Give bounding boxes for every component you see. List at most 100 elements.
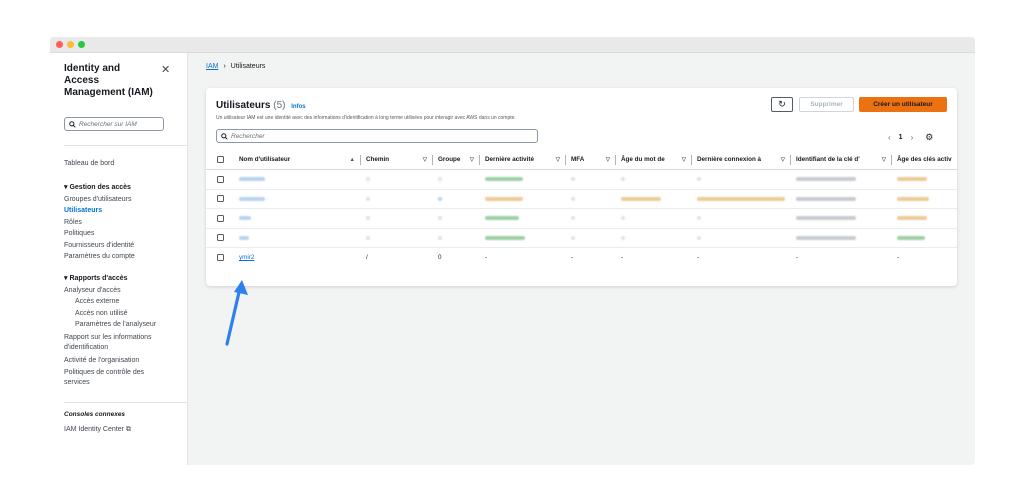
cell-last-login-redacted [692, 229, 791, 248]
column-label: MFA [571, 156, 585, 163]
column-header-username[interactable]: Nom d'utilisateur ▲ [234, 150, 361, 169]
sidebar-item-policies[interactable]: Politiques [64, 228, 187, 240]
redacted-text [897, 235, 925, 240]
row-checkbox[interactable] [217, 234, 224, 242]
redacted-text [239, 196, 265, 201]
minimize-window-dot[interactable] [67, 41, 74, 48]
table-search-placeholder: Rechercher [231, 132, 265, 140]
breadcrumb-iam-link[interactable]: IAM [206, 63, 218, 70]
redacted-text [697, 235, 701, 240]
panel-title: Utilisateurs (5) Infos [216, 100, 306, 111]
sidebar-item-org-activity[interactable]: Activité de l'organisation [64, 355, 187, 367]
cell-password-age-redacted [616, 170, 692, 189]
sidebar-section-access-management[interactable]: ▾ Gestion des accès [64, 182, 187, 194]
chevron-left-icon[interactable]: ‹ [888, 133, 891, 142]
table-row[interactable] [206, 209, 957, 229]
sidebar-item-users[interactable]: Utilisateurs [64, 205, 187, 217]
sort-icon: ▽ [555, 156, 560, 163]
search-icon [221, 132, 228, 140]
column-header-key-age[interactable]: Âge des clés activ [892, 150, 957, 169]
table-search-input[interactable]: Rechercher [216, 129, 538, 143]
column-header-last-activity[interactable]: Dernière activité ▽ [480, 150, 566, 169]
redacted-text [239, 216, 251, 221]
row-checkbox-cell [206, 229, 234, 248]
table-row[interactable]: ymir2 / 0 - - - - - - [206, 248, 957, 268]
cell-activity-redacted [480, 170, 566, 189]
chevron-right-icon[interactable]: › [911, 133, 914, 142]
row-checkbox[interactable] [217, 254, 224, 262]
create-user-button[interactable]: Créer un utilisateur [859, 97, 947, 112]
row-checkbox[interactable] [217, 175, 224, 183]
redacted-text [796, 177, 856, 182]
cell-username-redacted[interactable] [234, 229, 361, 248]
column-header-last-login[interactable]: Dernière connexion à ▽ [692, 150, 791, 169]
column-header-password-age[interactable]: Âge du mot de ▽ [616, 150, 692, 169]
cell-username-redacted[interactable] [234, 170, 361, 189]
sidebar-item-account-settings[interactable]: Paramètres du compte [64, 251, 187, 263]
username-link[interactable]: ymir2 [239, 254, 254, 261]
sidebar-item-access-analyzer[interactable]: Analyseur d'accès [64, 285, 187, 297]
cell-username-redacted[interactable] [234, 190, 361, 209]
sidebar-item-scp[interactable]: Politiques de contrôle des services [64, 368, 159, 388]
cell-password-age-redacted [616, 209, 692, 228]
sidebar-item-unused-access[interactable]: Accès non utilisé [64, 308, 187, 320]
row-checkbox[interactable] [217, 214, 224, 222]
sidebar-section-label: Gestion des accès [69, 183, 131, 191]
redacted-text [621, 216, 625, 221]
cell-groups-redacted [433, 170, 480, 189]
cell-path-redacted [361, 190, 433, 209]
cell-key-age-redacted [892, 229, 957, 248]
cell-last-login-redacted [692, 209, 791, 228]
cell-activity-redacted [480, 229, 566, 248]
delete-button[interactable]: Supprimer [799, 97, 854, 112]
sidebar-search-input[interactable]: Rechercher sur IAM [64, 117, 164, 131]
sidebar-section-access-reports[interactable]: ▾ Rapports d'accès [64, 273, 187, 285]
cell-groups-redacted [433, 209, 480, 228]
divider [64, 145, 188, 146]
table-row[interactable] [206, 229, 957, 248]
table-header: Nom d'utilisateur ▲ Chemin ▽ Groupe ▽ Derni… [206, 150, 957, 170]
row-checkbox[interactable] [217, 195, 224, 203]
column-header-groups[interactable]: Groupe ▽ [433, 150, 480, 169]
page-number[interactable]: 1 [899, 134, 903, 141]
column-header-access-key-id[interactable]: Identifiant de la clé d' ▽ [791, 150, 892, 169]
redacted-text [697, 216, 701, 221]
redacted-text [621, 177, 625, 182]
refresh-button[interactable]: ↻ [771, 97, 793, 112]
search-icon [69, 120, 76, 128]
sidebar-item-identity-providers[interactable]: Fournisseurs d'identité [64, 240, 187, 252]
sidebar-item-roles[interactable]: Rôles [64, 217, 187, 229]
sidebar-section-label: Rapports d'accès [69, 274, 128, 282]
redacted-text [897, 216, 927, 221]
close-icon[interactable]: ✕ [161, 63, 170, 76]
cell-groups: 0 [438, 254, 442, 262]
cell-path-redacted [361, 170, 433, 189]
select-all-checkbox[interactable] [217, 156, 224, 163]
column-header-mfa[interactable]: MFA ▽ [566, 150, 616, 169]
redacted-text [366, 235, 370, 240]
cell-mfa-redacted [566, 170, 616, 189]
cell-path: / [366, 254, 368, 262]
sidebar-title: Identity and Access Management (IAM) [64, 63, 153, 98]
main-content: IAM › Utilisateurs Utilisateurs (5) Info… [188, 53, 975, 465]
external-link-icon: ⧉ [125, 426, 131, 433]
table-row[interactable] [206, 170, 957, 190]
sidebar-item-analyzer-settings[interactable]: Paramètres de l'analyseur [64, 319, 187, 331]
cell-last-login: - [697, 254, 700, 262]
table-row[interactable] [206, 190, 957, 209]
gear-icon[interactable]: ⚙ [925, 132, 933, 143]
cell-groups-redacted [433, 229, 480, 248]
cell-username-redacted[interactable] [234, 209, 361, 228]
sidebar-item-identity-center[interactable]: IAM Identity Center ⧉ [64, 424, 187, 436]
info-link[interactable]: Infos [291, 104, 305, 110]
cell-path-redacted [361, 229, 433, 248]
sidebar-item-user-groups[interactable]: Groupes d'utilisateurs [64, 194, 187, 206]
maximize-window-dot[interactable] [78, 41, 85, 48]
redacted-text [697, 196, 785, 201]
close-window-dot[interactable] [56, 41, 63, 48]
redacted-text [438, 177, 442, 182]
sidebar-item-external-access[interactable]: Accès externe [64, 296, 187, 308]
column-header-path[interactable]: Chemin ▽ [361, 150, 433, 169]
sidebar-item-dashboard[interactable]: Tableau de bord [64, 158, 187, 170]
sidebar-item-credential-report[interactable]: Rapport sur les informations d'identific… [64, 333, 164, 353]
